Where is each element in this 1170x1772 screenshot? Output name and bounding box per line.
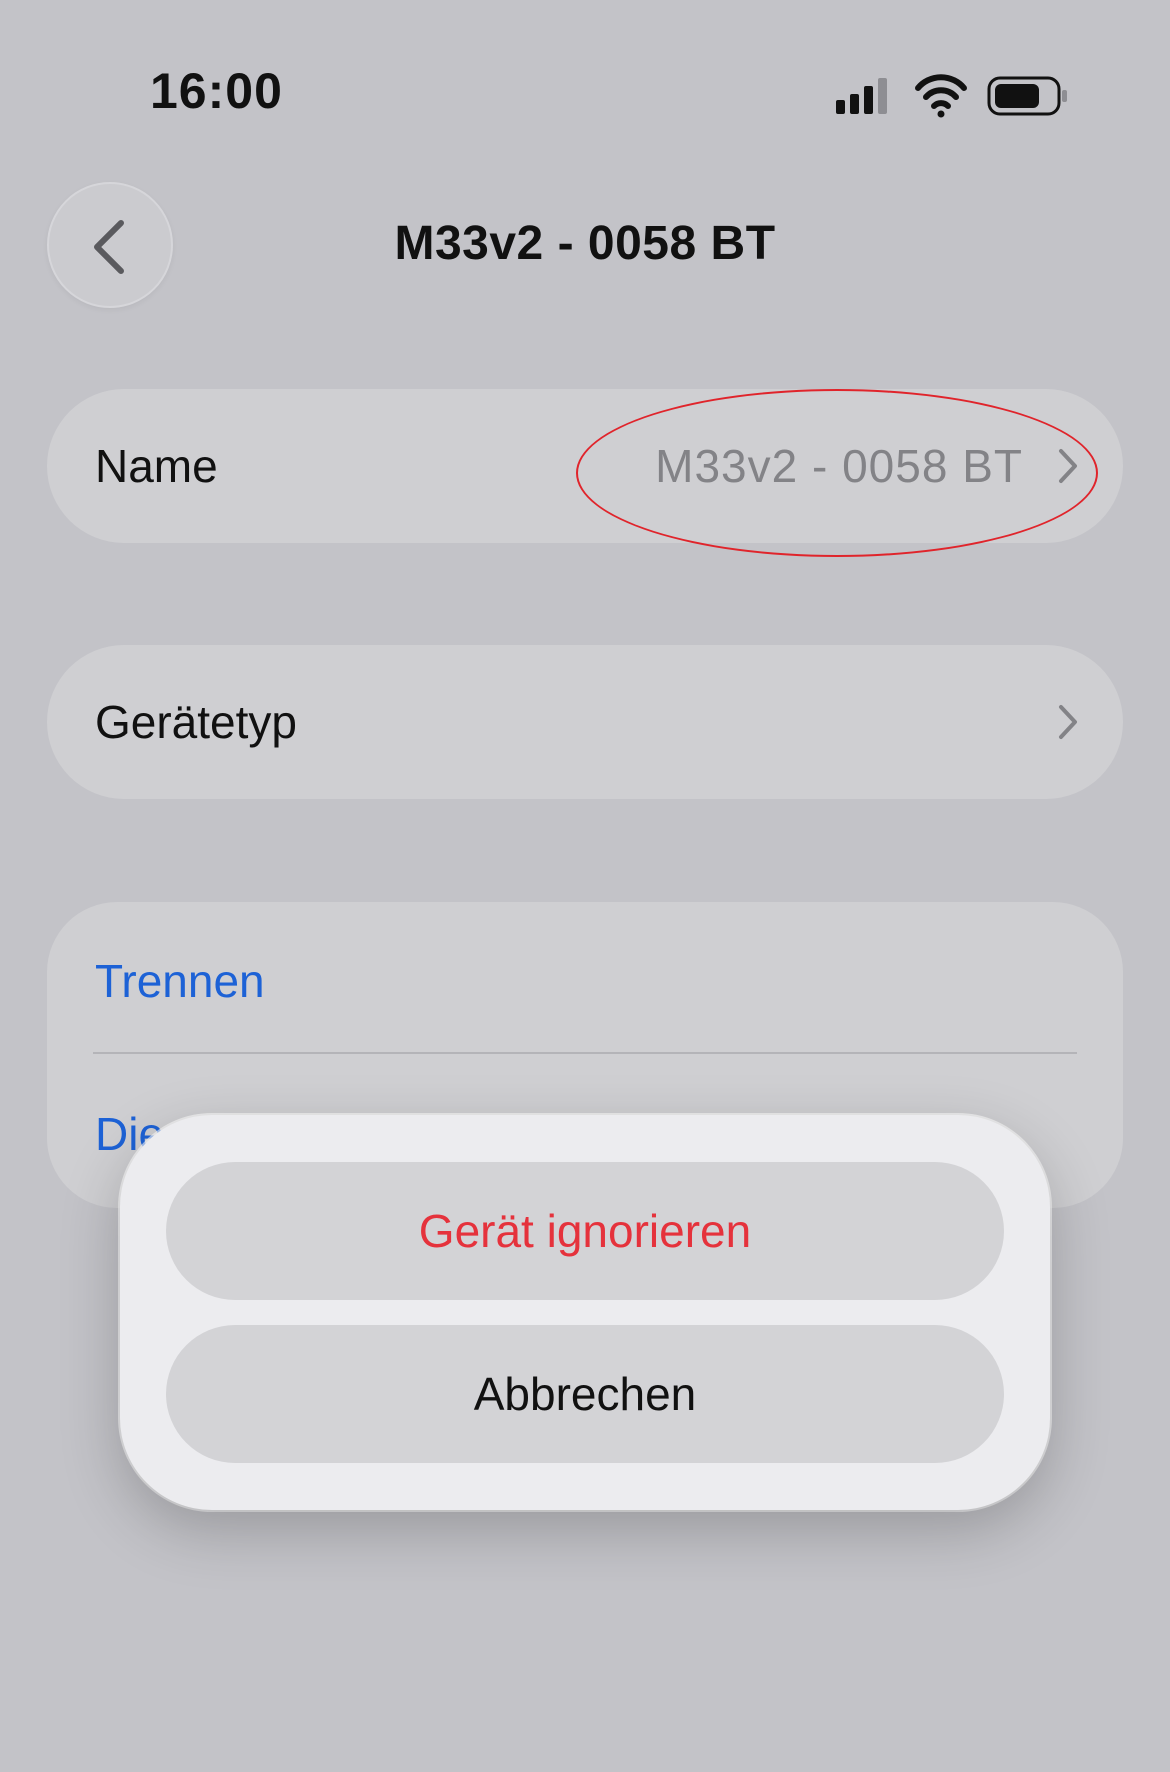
annotation-ellipse <box>576 389 1098 557</box>
cellular-signal-icon <box>836 78 887 114</box>
chevron-right-icon <box>1059 705 1077 739</box>
status-icons <box>836 74 1067 118</box>
action-sheet: Gerät ignorieren Abbrechen <box>120 1115 1050 1510</box>
ignore-device-button[interactable]: Gerät ignorieren <box>166 1162 1004 1300</box>
cancel-button[interactable]: Abbrechen <box>166 1325 1004 1463</box>
wifi-icon <box>915 74 967 118</box>
battery-icon <box>987 76 1067 116</box>
status-time: 16:00 <box>150 63 283 119</box>
name-label: Name <box>95 440 218 492</box>
divider <box>93 1052 1077 1054</box>
page-title: M33v2 - 0058 BT <box>394 217 776 270</box>
device-type-label: Gerätetyp <box>95 696 297 748</box>
disconnect-button[interactable]: Trennen <box>95 954 265 1008</box>
screen: 16:00 M33v2 - 0058 BT Name M33v2 - 0058 … <box>0 0 1170 1772</box>
device-type-row[interactable]: Gerätetyp <box>47 645 1123 799</box>
